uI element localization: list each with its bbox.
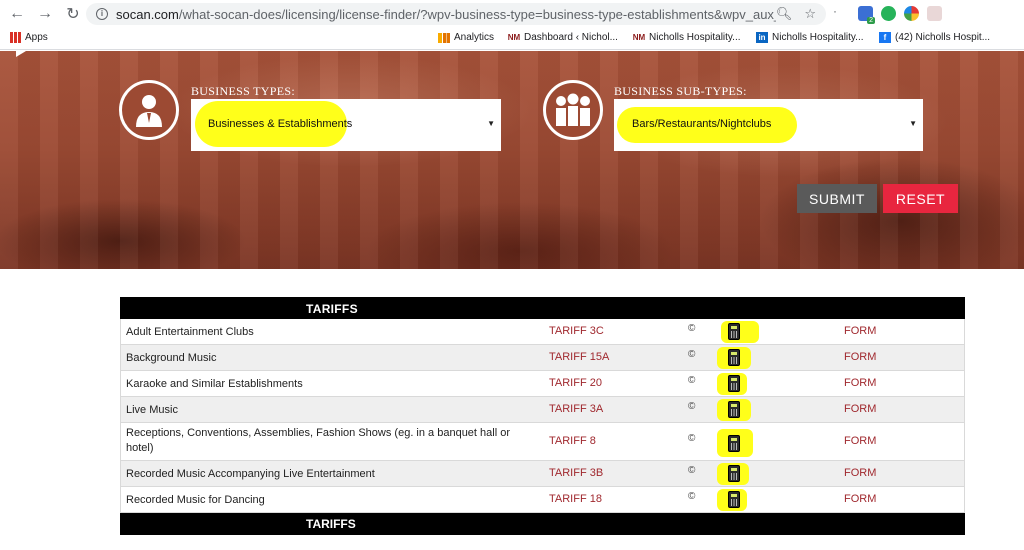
- form-link[interactable]: FORM: [844, 435, 876, 447]
- business-subtype-select[interactable]: Bars/Restaurants/Nightclubs ▼: [614, 99, 923, 151]
- table-footer: TARIFFS: [120, 513, 965, 535]
- nm-logo-icon: NM: [507, 33, 521, 42]
- business-types-label: BUSINESS TYPES:: [191, 84, 295, 98]
- reset-button[interactable]: RESET: [883, 184, 958, 213]
- calculator-icon[interactable]: [717, 347, 757, 369]
- tariffs-table: TARIFFS Adult Entertainment Clubs TARIFF…: [120, 297, 965, 535]
- tariff-link[interactable]: TARIFF 20: [549, 377, 602, 389]
- back-arrow-icon[interactable]: ←: [6, 3, 28, 25]
- tariff-link[interactable]: TARIFF 3C: [549, 325, 604, 337]
- calculator-icon[interactable]: [717, 489, 757, 511]
- form-link[interactable]: FORM: [844, 493, 876, 505]
- forward-arrow-icon[interactable]: →: [34, 3, 56, 25]
- form-link[interactable]: FORM: [844, 403, 876, 415]
- tariff-link[interactable]: TARIFF 8: [549, 435, 596, 447]
- calculator-icon[interactable]: [717, 321, 759, 343]
- copyright-icon: ©: [688, 323, 696, 334]
- copyright-icon: ©: [688, 491, 696, 502]
- form-link[interactable]: FORM: [844, 377, 876, 389]
- calculator-icon[interactable]: [717, 429, 757, 457]
- dropdown-caret-icon: ▼: [909, 119, 917, 128]
- group-icon: [543, 80, 603, 140]
- address-bar[interactable]: i socan.com/what-socan-does/licensing/li…: [86, 3, 826, 25]
- tariff-link[interactable]: TARIFF 3A: [549, 403, 603, 415]
- business-type-select[interactable]: Businesses & Establishments ▼: [191, 99, 501, 151]
- tariff-link[interactable]: TARIFF 18: [549, 493, 602, 505]
- apps-grid-icon: [10, 32, 21, 43]
- table-row: Live Music TARIFF 3A © FORM: [120, 397, 965, 423]
- form-link[interactable]: FORM: [844, 467, 876, 479]
- copyright-icon: ©: [688, 375, 696, 386]
- analytics-icon: [438, 32, 450, 43]
- bookmark-dashboard[interactable]: NM Dashboard ‹ Nichol...: [508, 32, 618, 43]
- copyright-icon: ©: [688, 349, 696, 360]
- table-header: TARIFFS: [120, 297, 965, 319]
- url-text[interactable]: socan.com/what-socan-does/licensing/lice…: [116, 7, 776, 22]
- bookmark-nicholls-1[interactable]: NM Nicholls Hospitality...: [633, 32, 741, 43]
- business-subtypes-label: BUSINESS SUB-TYPES:: [614, 84, 747, 98]
- table-row: Background Music TARIFF 15A © FORM: [120, 345, 965, 371]
- linkedin-icon: in: [756, 32, 768, 43]
- copyright-icon: ©: [688, 401, 696, 412]
- dot-icon: ·: [833, 4, 837, 18]
- nm-logo-icon: NM: [632, 33, 646, 42]
- submit-button[interactable]: SUBMIT: [797, 184, 877, 213]
- person-icon: [119, 80, 179, 140]
- tariff-link[interactable]: TARIFF 15A: [549, 351, 609, 363]
- calculator-icon[interactable]: [717, 373, 757, 395]
- form-link[interactable]: FORM: [844, 325, 876, 337]
- table-row: Recorded Music Accompanying Live Enterta…: [120, 461, 965, 487]
- bookmark-nicholls-2[interactable]: in Nicholls Hospitality...: [756, 32, 864, 43]
- bookmark-apps[interactable]: Apps: [10, 32, 48, 43]
- calculator-icon[interactable]: [717, 463, 757, 485]
- copyright-icon: ©: [688, 465, 696, 476]
- grammarly-icon[interactable]: [881, 6, 896, 21]
- dropdown-caret-icon: ▼: [487, 119, 495, 128]
- bookmark-star-icon[interactable]: ☆: [804, 6, 816, 22]
- table-row: Receptions, Conventions, Assemblies, Fas…: [120, 423, 965, 461]
- table-row: Recorded Music for Dancing TARIFF 18 © F…: [120, 487, 965, 513]
- search-icon[interactable]: 🔍︎: [776, 6, 793, 22]
- extension-icon[interactable]: [927, 6, 942, 21]
- facebook-icon: f: [879, 32, 891, 43]
- table-row: Adult Entertainment Clubs TARIFF 3C © FO…: [120, 319, 965, 345]
- extension-badge-icon[interactable]: 2: [858, 6, 875, 24]
- form-link[interactable]: FORM: [844, 351, 876, 363]
- bookmark-facebook[interactable]: f (42) Nicholls Hospit...: [879, 32, 990, 43]
- browser-toolbar: ← → ↻ i socan.com/what-socan-does/licens…: [0, 0, 1024, 28]
- calculator-icon[interactable]: [717, 399, 757, 421]
- decorative-notch: [16, 51, 26, 57]
- copyright-icon: ©: [688, 433, 696, 444]
- site-info-icon[interactable]: i: [96, 8, 108, 20]
- bookmark-analytics[interactable]: Analytics: [438, 32, 494, 43]
- license-finder-hero: BUSINESS TYPES: Businesses & Establishme…: [0, 51, 1024, 269]
- color-wheel-icon[interactable]: [904, 6, 919, 21]
- bookmarks-bar: Apps Analytics NM Dashboard ‹ Nichol... …: [0, 28, 1024, 50]
- table-row: Karaoke and Similar Establishments TARIF…: [120, 371, 965, 397]
- tariff-link[interactable]: TARIFF 3B: [549, 467, 603, 479]
- reload-icon[interactable]: ↻: [62, 3, 84, 25]
